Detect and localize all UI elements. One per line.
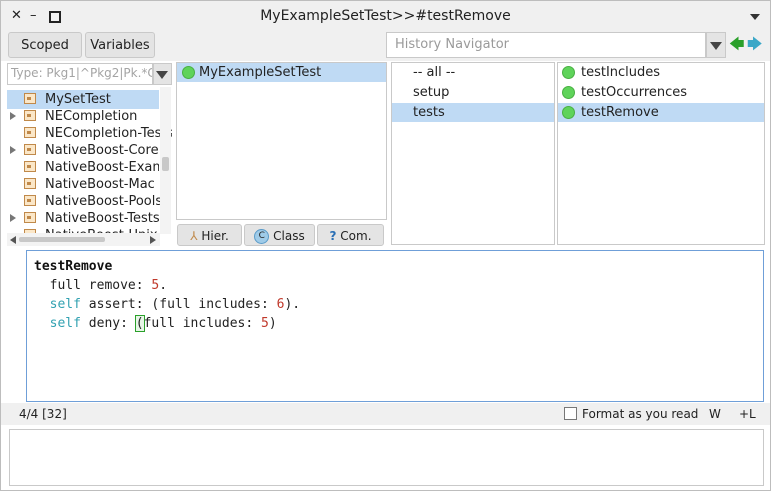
protocol-item-all[interactable]: -- all -- — [392, 63, 554, 82]
expand-triangle-icon[interactable] — [10, 112, 16, 120]
package-icon — [24, 195, 36, 206]
method-item-testremove[interactable]: testRemove — [558, 103, 764, 122]
code-token: remove: — [80, 278, 152, 293]
title-bar: ✕ – MyExampleSetTest>>#testRemove — [1, 1, 770, 31]
scroll-right-icon[interactable] — [150, 236, 156, 244]
method-item-label: testOccurrences — [581, 85, 688, 100]
format-checkbox[interactable] — [564, 407, 577, 420]
protocol-item-label: -- all -- — [413, 65, 456, 80]
test-pass-icon — [562, 86, 575, 99]
code-line-2: full remove: 5. — [34, 276, 167, 295]
test-pass-icon — [562, 106, 575, 119]
protocol-item-label: setup — [413, 85, 450, 100]
format-checkbox-label[interactable]: Format as you read — [582, 407, 698, 421]
code-token: full — [143, 316, 175, 331]
code-line-1: testRemove — [34, 257, 112, 276]
package-filter-placeholder: Type: Pkg1|^Pkg2|Pk.*Core — [11, 66, 152, 80]
comment-button[interactable]: ? Com. — [317, 224, 384, 246]
method-item-label: testRemove — [581, 105, 659, 120]
back-arrow-icon[interactable]: 🡄 — [729, 35, 745, 53]
class-side-button[interactable]: C Class — [244, 224, 315, 246]
code-number: 5 — [261, 316, 269, 331]
code-keyword: self — [49, 316, 81, 331]
hierarchy-icon: ⅄ — [190, 229, 198, 243]
package-icon — [24, 178, 36, 189]
line-numbers-toggle[interactable]: +L — [739, 407, 756, 421]
expand-triangle-icon[interactable] — [10, 214, 16, 222]
code-token: includes: — [174, 316, 261, 331]
package-filter-dropdown[interactable] — [153, 63, 172, 85]
class-list[interactable]: MyExampleSetTest — [176, 62, 387, 220]
hierarchy-button-label: Hier. — [201, 229, 229, 243]
status-bar: 4/4 [32] Format as you read W +L — [1, 403, 770, 425]
package-icon — [24, 161, 36, 172]
hierarchy-button[interactable]: ⅄ Hier. — [177, 224, 242, 246]
code-token: assert: ( — [80, 297, 160, 312]
code-token: full — [49, 278, 81, 293]
class-item-myexamplesettest[interactable]: MyExampleSetTest — [177, 63, 386, 82]
protocol-item-setup[interactable]: setup — [392, 83, 554, 102]
class-item-label: MyExampleSetTest — [199, 65, 322, 80]
method-list[interactable]: testIncludes testOccurrences testRemove — [557, 62, 765, 245]
scoped-button[interactable]: Scoped — [8, 32, 82, 58]
code-token: deny: — [80, 316, 136, 331]
package-icon — [24, 212, 36, 223]
code-token: ) — [268, 316, 277, 331]
code-token: full — [159, 297, 191, 312]
protocol-item-label: tests — [413, 105, 445, 120]
code-editor[interactable]: testRemove full remove: 5. self assert: … — [26, 250, 764, 402]
code-line-4: self deny: (full includes: 5) — [34, 314, 277, 333]
question-icon: ? — [329, 229, 337, 243]
method-item-testoccurrences[interactable]: testOccurrences — [558, 83, 764, 102]
chevron-down-icon — [156, 71, 168, 79]
protocol-item-tests[interactable]: tests — [392, 103, 554, 122]
scroll-left-icon[interactable] — [10, 236, 16, 244]
method-item-label: testIncludes — [581, 65, 661, 80]
code-line-3: self assert: (full includes: 6). — [34, 295, 300, 314]
package-filter-input[interactable]: Type: Pkg1|^Pkg2|Pk.*Core — [7, 63, 153, 85]
wrap-toggle[interactable]: W — [709, 407, 721, 421]
package-icon — [24, 127, 36, 138]
browser-window: ✕ – MyExampleSetTest>>#testRemove Scoped… — [0, 0, 771, 491]
package-icon — [24, 144, 36, 155]
test-pass-icon — [562, 66, 575, 79]
comment-button-label: Com. — [340, 229, 372, 243]
bottom-pane[interactable] — [9, 429, 764, 486]
package-icon — [24, 93, 36, 104]
package-list-vscrollbar[interactable] — [160, 87, 171, 234]
history-navigator-input[interactable]: History Navigator — [386, 32, 706, 58]
variables-button[interactable]: Variables — [85, 32, 155, 58]
window-menu-icon[interactable] — [750, 14, 760, 20]
method-item-testincludes[interactable]: testIncludes — [558, 63, 764, 82]
package-list-hscroll-thumb[interactable] — [19, 237, 105, 242]
cursor-position: 4/4 [32] — [19, 407, 67, 421]
package-list-hscrollbar[interactable] — [7, 233, 160, 246]
chevron-down-icon — [710, 42, 722, 50]
code-token: . — [159, 278, 168, 293]
window-title: MyExampleSetTest>>#testRemove — [260, 8, 511, 24]
code-keyword: self — [49, 297, 81, 312]
package-list-vscroll-thumb[interactable] — [162, 157, 169, 171]
package-list[interactable]: MySetTest NECompletion NECompletion-Test… — [7, 87, 172, 247]
history-dropdown-button[interactable] — [706, 32, 726, 58]
protocol-list[interactable]: -- all -- setup tests — [391, 62, 555, 245]
method-selector: testRemove — [34, 259, 113, 274]
class-button-label: Class — [273, 229, 305, 243]
test-pass-icon — [182, 66, 195, 79]
code-token: ). — [284, 297, 301, 312]
code-token: includes: — [190, 297, 277, 312]
paren-match-highlight: ( — [134, 315, 145, 332]
expand-triangle-icon[interactable] — [10, 146, 16, 154]
forward-arrow-icon[interactable]: 🡆 — [747, 35, 763, 53]
history-navigator-placeholder: History Navigator — [395, 37, 509, 52]
class-icon: C — [254, 229, 270, 244]
package-icon — [24, 110, 36, 121]
